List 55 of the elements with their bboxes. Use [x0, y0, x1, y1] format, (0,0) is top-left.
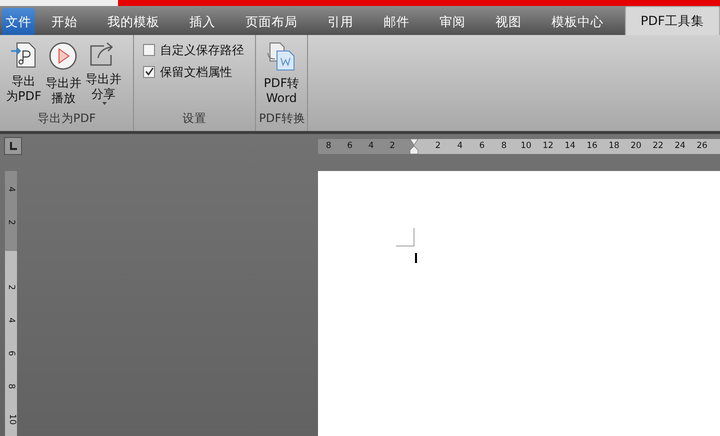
ruler-number: 2 — [5, 284, 18, 290]
ribbon-tab[interactable]: 我的模板 — [94, 8, 173, 35]
ruler-number: 6 — [5, 350, 18, 356]
ribbon-tab[interactable]: 引用 — [314, 8, 367, 35]
ribbon-tab[interactable]: 模板中心 — [538, 8, 617, 35]
ribbon-tab[interactable]: 审阅 — [426, 8, 479, 35]
checkbox[interactable] — [143, 44, 155, 56]
ribbon-button[interactable]: PDF转 Word — [262, 38, 300, 110]
ruler-number: 10 — [520, 140, 532, 153]
ruler-number: 6 — [478, 140, 486, 153]
tab-stop-selector[interactable] — [4, 137, 22, 155]
ribbon-tab[interactable]: PDF工具集 — [624, 6, 720, 35]
file-menu-tab[interactable]: 文件 — [2, 8, 35, 35]
ribbon-tab[interactable]: 插入 — [176, 8, 229, 35]
ruler-number: 16 — [586, 140, 598, 153]
ruler-number: 8 — [324, 140, 332, 153]
checkbox[interactable] — [143, 66, 155, 78]
group-label: PDF转换 — [259, 110, 304, 127]
ribbon-button[interactable]: 导出 为PDF — [5, 38, 42, 110]
group-label: 导出为PDF — [36, 110, 97, 127]
ruler-number: 8 — [500, 140, 508, 153]
ruler-number: 2 — [5, 220, 18, 226]
text-cursor — [415, 253, 418, 263]
ribbon-tab[interactable]: 视图 — [482, 8, 535, 35]
margin-corner-mark — [396, 228, 415, 247]
tab-stop-icon — [9, 142, 17, 150]
ruler-number: 8 — [5, 384, 18, 390]
document-convert-icon — [267, 40, 296, 71]
ruler-number: 18 — [608, 140, 620, 153]
checkbox-option[interactable]: 保留文档属性 — [143, 60, 244, 83]
ribbon-tab[interactable]: 开始 — [38, 8, 91, 35]
indent-marker[interactable] — [409, 139, 419, 154]
ruler-number: 2 — [388, 140, 396, 153]
ribbon-tab[interactable]: 邮件 — [370, 8, 423, 35]
caret-icon — [102, 102, 108, 105]
ruler-number: 4 — [367, 140, 375, 153]
ruler-number: 20 — [630, 140, 642, 153]
ruler-number: 14 — [564, 140, 576, 153]
ruler-number: 2 — [434, 140, 442, 153]
ribbon-button[interactable]: 导出并 播放 — [44, 38, 82, 110]
ribbon-button[interactable]: 导出并 分享 — [84, 38, 122, 110]
play-icon — [48, 40, 78, 71]
ruler-number: 4 — [456, 140, 464, 153]
group-label: 设置 — [182, 110, 208, 127]
ruler-number: 4 — [5, 186, 18, 192]
ruler-number: 10 — [5, 414, 18, 425]
ruler-number: 12 — [542, 140, 554, 153]
ruler-number: 26 — [696, 140, 708, 153]
ruler-number: 4 — [5, 318, 18, 324]
ruler-number: 22 — [652, 140, 664, 153]
ruler-number: 6 — [346, 140, 354, 153]
checkbox-option[interactable]: 自定义保存路径 — [143, 38, 244, 61]
ribbon-tab[interactable]: 页面布局 — [232, 8, 311, 35]
ruler-number: 24 — [674, 140, 686, 153]
document-arrow-icon — [10, 40, 37, 69]
